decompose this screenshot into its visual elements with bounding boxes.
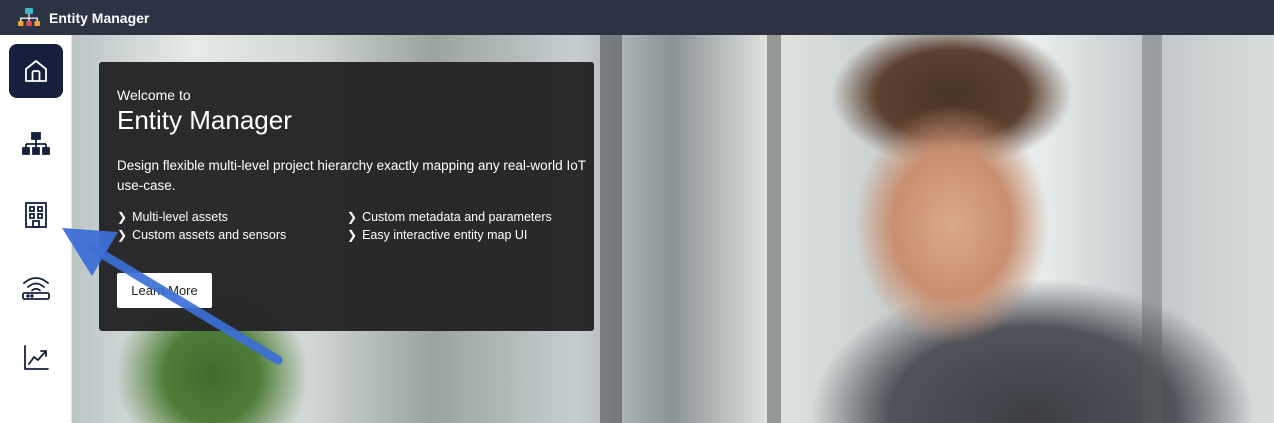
chevron-right-icon: ❯ xyxy=(347,228,358,242)
sidebar-item-home[interactable] xyxy=(9,44,63,98)
welcome-card: Welcome to Entity Manager Design flexibl… xyxy=(99,62,594,331)
home-icon xyxy=(25,60,47,82)
chevron-right-icon: ❯ xyxy=(117,210,128,224)
building-icon xyxy=(25,202,47,228)
feature-item: ❯ Multi-level assets xyxy=(117,210,228,224)
feature-item: ❯ Easy interactive entity map UI xyxy=(347,228,528,242)
background-pole xyxy=(600,35,622,423)
feature-item: ❯ Custom assets and sensors xyxy=(117,228,287,242)
sidebar-item-hierarchy[interactable] xyxy=(9,117,63,171)
feature-item: ❯ Custom metadata and parameters xyxy=(347,210,552,224)
learn-more-button[interactable]: Learn More xyxy=(117,273,212,308)
sidebar-item-gateways[interactable] xyxy=(9,260,63,314)
hierarchy-icon xyxy=(18,7,40,26)
trend-chart-icon xyxy=(24,345,49,370)
sidebar-item-analytics[interactable] xyxy=(9,331,63,385)
top-bar: Entity Manager xyxy=(0,0,1274,35)
welcome-pre-title: Welcome to xyxy=(117,87,191,103)
hierarchy-icon xyxy=(22,132,50,155)
sidebar-item-buildings[interactable] xyxy=(9,188,63,242)
welcome-description: Design flexible multi-level project hier… xyxy=(117,158,586,193)
background-pole xyxy=(1142,35,1162,423)
welcome-title: Entity Manager xyxy=(117,105,292,135)
sidebar xyxy=(0,35,72,423)
app-title: Entity Manager xyxy=(49,9,150,26)
chevron-right-icon: ❯ xyxy=(117,228,128,242)
hero-banner-image: Welcome to Entity Manager Design flexibl… xyxy=(72,35,1274,423)
background-pole xyxy=(767,35,781,423)
wireless-router-icon xyxy=(22,277,50,300)
chevron-right-icon: ❯ xyxy=(347,210,358,224)
